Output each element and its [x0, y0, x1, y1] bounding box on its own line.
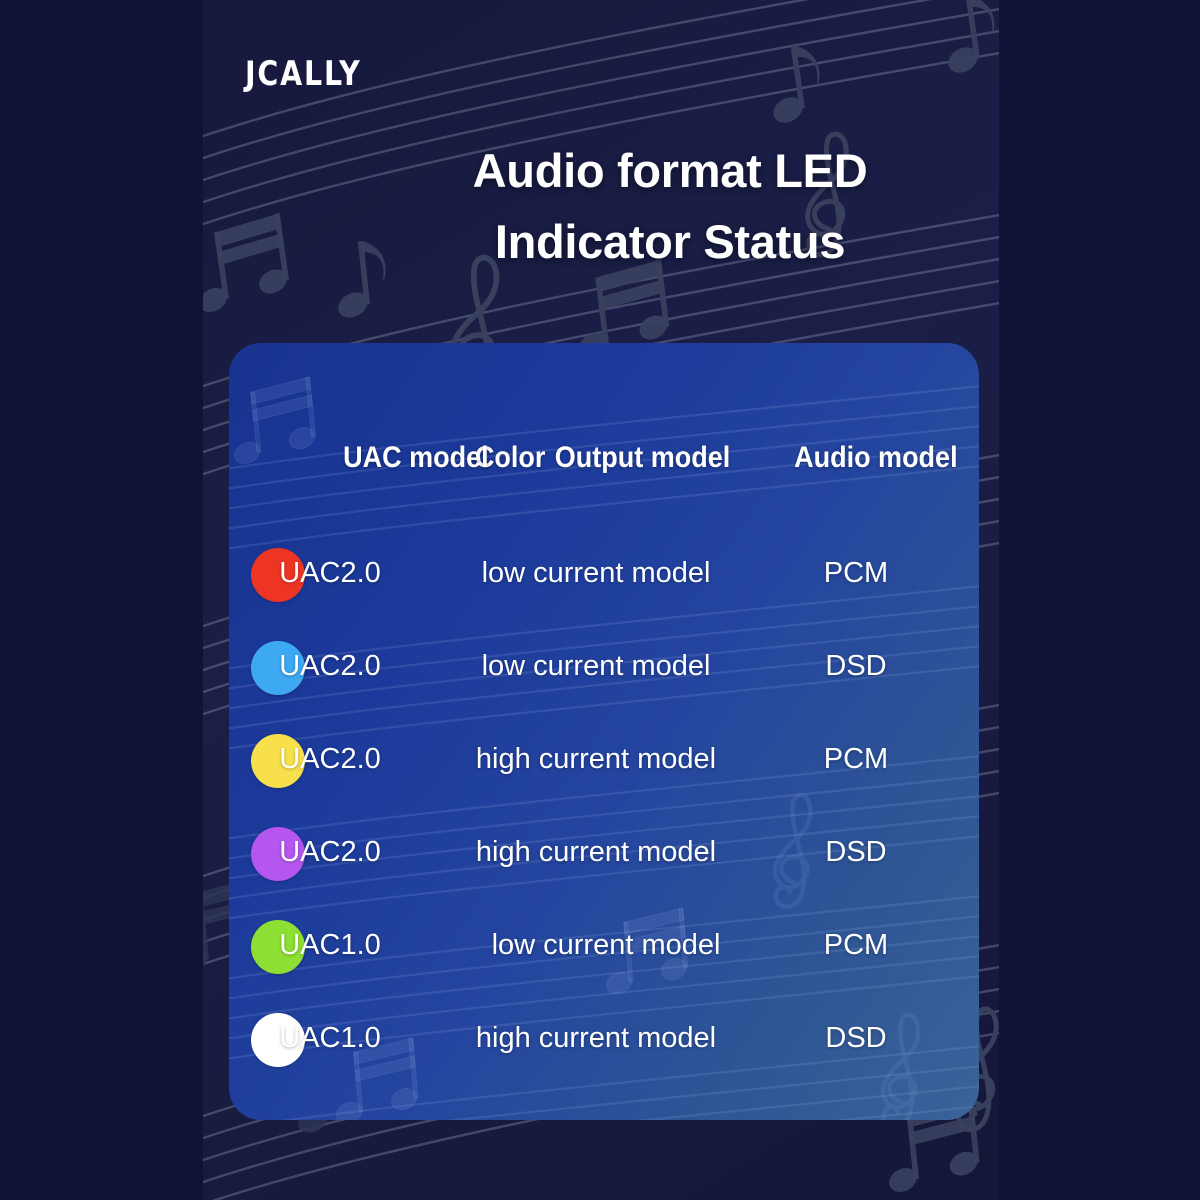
table-header-output-model: Output model: [554, 441, 731, 474]
table-row: UAC1.0 low current model PCM: [229, 901, 979, 994]
cell-uac-model: UAC1.0: [279, 1022, 381, 1054]
page-title-line-1: Audio format LED: [472, 144, 868, 197]
table-header-uac-model: UAC model: [343, 441, 489, 474]
cell-audio-model: PCM: [823, 743, 889, 775]
cell-output-model: high current model: [475, 1022, 717, 1054]
cell-output-model: low current model: [481, 650, 711, 682]
cell-uac-model: UAC2.0: [279, 650, 381, 682]
table-row: UAC2.0 low current model DSD: [229, 622, 979, 715]
led-status-table: Color UAC model Output model Audio model…: [229, 343, 979, 1120]
cell-audio-model: PCM: [823, 929, 889, 961]
table-row: UAC2.0 high current model DSD: [229, 808, 979, 901]
page-title: Audio format LED Indicator Status: [400, 135, 940, 278]
cell-uac-model: UAC1.0: [279, 929, 381, 961]
promo-graphic: JCALLY Audio format LED Indicator Status: [0, 0, 1200, 1200]
table-row: UAC2.0 high current model PCM: [229, 715, 979, 808]
cell-audio-model: DSD: [825, 836, 887, 868]
cell-audio-model: DSD: [825, 1022, 887, 1054]
table-row: UAC2.0 low current model PCM: [229, 529, 979, 622]
cell-audio-model: DSD: [825, 650, 887, 682]
cell-output-model: high current model: [475, 743, 717, 775]
cell-output-model: low current model: [481, 557, 711, 589]
table-header-audio-model: Audio model: [794, 441, 958, 474]
cell-uac-model: UAC2.0: [279, 743, 381, 775]
cell-uac-model: UAC2.0: [279, 557, 381, 589]
table-row: UAC1.0 high current model DSD: [229, 994, 979, 1087]
cell-output-model: high current model: [475, 836, 717, 868]
jcally-logo: JCALLY: [245, 54, 362, 94]
cell-audio-model: PCM: [823, 557, 889, 589]
page-title-line-2: Indicator Status: [494, 215, 846, 269]
led-indicator-table-card: Color UAC model Output model Audio model…: [229, 343, 979, 1120]
cell-output-model: low current model: [491, 929, 721, 961]
cell-uac-model: UAC2.0: [279, 836, 381, 868]
